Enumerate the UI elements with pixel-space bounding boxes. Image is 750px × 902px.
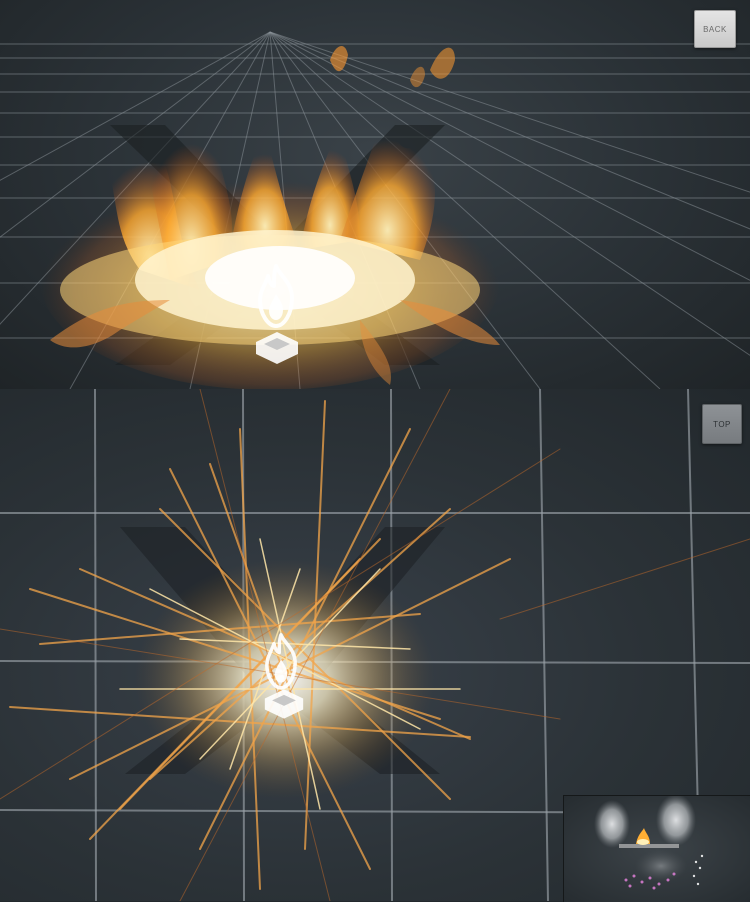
emitter-base-icon: [263, 687, 305, 726]
gizmo-label: BACK: [703, 24, 727, 34]
dust-cloud: [635, 850, 687, 882]
particle-sparks: [692, 854, 704, 886]
perspective-grid-scene: [0, 31, 750, 389]
view-gizmo-back[interactable]: BACK: [694, 10, 736, 48]
view-gizmo-top[interactable]: TOP: [702, 404, 742, 444]
emitter-base-icon: [254, 330, 300, 371]
gizmo-label: TOP: [713, 419, 731, 429]
preview-scene: [594, 796, 704, 890]
smoke-plume-left: [594, 800, 630, 848]
scene-preview-minimap[interactable]: [563, 795, 750, 902]
smoke-plume-right: [656, 796, 696, 846]
viewport-back[interactable]: BACK: [0, 0, 750, 389]
